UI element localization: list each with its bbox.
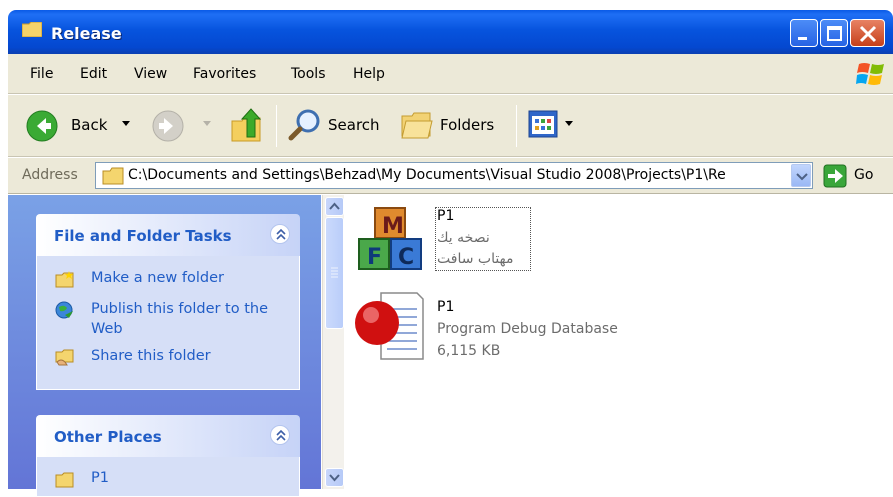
chevron-down-icon — [329, 474, 340, 482]
section-title: Other Places — [54, 428, 162, 446]
forward-arrow-icon[interactable] — [152, 110, 184, 142]
menu-edit[interactable]: Edit — [80, 66, 107, 82]
publish-folder-link[interactable]: Publish this folder to the Web — [91, 299, 271, 339]
task-pane: File and Folder Tasks Make a new folder … — [8, 195, 321, 497]
collapse-button[interactable] — [270, 224, 290, 244]
file-name: P1 — [437, 299, 455, 315]
menu-view[interactable]: View — [134, 66, 167, 82]
menu-file[interactable]: File — [30, 66, 53, 82]
up-folder-icon[interactable] — [230, 107, 264, 143]
maximize-button[interactable] — [820, 19, 848, 47]
back-button[interactable]: Back — [71, 116, 107, 134]
chevron-down-icon[interactable] — [121, 120, 131, 128]
share-folder-link[interactable]: Share this folder — [91, 346, 211, 366]
search-button[interactable]: Search — [328, 116, 380, 134]
folders-button[interactable]: Folders — [440, 116, 494, 134]
windows-logo-icon — [856, 63, 884, 85]
file-list[interactable]: M F C P1 نصخه يك مهتاب سافت P1 Program D… — [345, 195, 893, 489]
file-folder-tasks-panel: Make a new folder Publish this folder to… — [36, 256, 300, 390]
svg-text:F: F — [367, 245, 382, 270]
go-arrow-icon[interactable] — [823, 164, 847, 188]
chevron-down-icon[interactable] — [564, 120, 574, 128]
file-folder-tasks-header[interactable]: File and Folder Tasks — [36, 214, 300, 256]
chevron-down-icon — [796, 173, 808, 181]
file-name: P1 — [437, 208, 455, 224]
title-bar[interactable]: Release — [8, 10, 893, 54]
search-icon[interactable] — [288, 108, 322, 142]
publish-web-icon — [55, 301, 73, 319]
close-icon — [859, 25, 877, 43]
file-type: Program Debug Database — [437, 321, 618, 337]
menu-help[interactable]: Help — [353, 66, 385, 82]
close-button[interactable] — [850, 19, 885, 47]
address-label: Address — [22, 167, 78, 183]
folders-icon[interactable] — [400, 110, 434, 140]
scroll-up-button[interactable] — [325, 197, 344, 216]
address-value: C:\Documents and Settings\Behzad\My Docu… — [128, 167, 726, 183]
other-places-panel: P1 — [36, 457, 300, 497]
maximize-icon — [827, 26, 842, 41]
svg-text:M: M — [382, 214, 404, 239]
svg-text:C: C — [398, 245, 414, 270]
file-description: نصخه يك — [437, 230, 490, 246]
new-folder-icon — [55, 271, 74, 288]
menu-bar: File Edit View Favorites Tools Help — [8, 54, 893, 94]
chevron-down-icon[interactable] — [202, 120, 212, 128]
address-input[interactable]: C:\Documents and Settings\Behzad\My Docu… — [95, 162, 813, 189]
menu-favorites[interactable]: Favorites — [193, 66, 256, 82]
minimize-button[interactable] — [790, 19, 818, 47]
minimize-icon — [798, 37, 807, 40]
folder-icon — [22, 22, 42, 37]
address-bar: Address C:\Documents and Settings\Behzad… — [8, 158, 893, 194]
chevron-up-icon — [276, 429, 286, 441]
folder-icon — [102, 167, 124, 185]
other-places-header[interactable]: Other Places — [36, 415, 300, 457]
chevron-up-icon — [329, 202, 340, 210]
menu-tools[interactable]: Tools — [291, 66, 326, 82]
collapse-button[interactable] — [270, 425, 290, 445]
chevron-up-icon — [276, 228, 286, 240]
scroll-thumb[interactable] — [325, 217, 344, 329]
toolbar: Back Search Folders — [8, 95, 893, 157]
views-icon[interactable] — [528, 110, 560, 140]
section-title: File and Folder Tasks — [54, 227, 232, 245]
place-p1-link[interactable]: P1 — [91, 468, 109, 488]
window-title: Release — [51, 24, 122, 43]
share-folder-icon — [55, 349, 74, 366]
file-company: مهتاب سافت — [437, 251, 514, 267]
pdb-file-icon — [355, 292, 424, 360]
file-size: 6,115 KB — [437, 343, 501, 359]
scroll-down-button[interactable] — [325, 468, 344, 487]
vertical-scrollbar[interactable] — [322, 195, 344, 489]
address-dropdown-button[interactable] — [791, 164, 811, 187]
mfc-app-icon: M F C — [358, 207, 422, 270]
make-new-folder-link[interactable]: Make a new folder — [91, 268, 224, 288]
go-button[interactable]: Go — [854, 167, 873, 183]
back-arrow-icon[interactable] — [26, 110, 58, 142]
grip-icon — [331, 267, 338, 278]
folder-icon — [55, 472, 74, 488]
